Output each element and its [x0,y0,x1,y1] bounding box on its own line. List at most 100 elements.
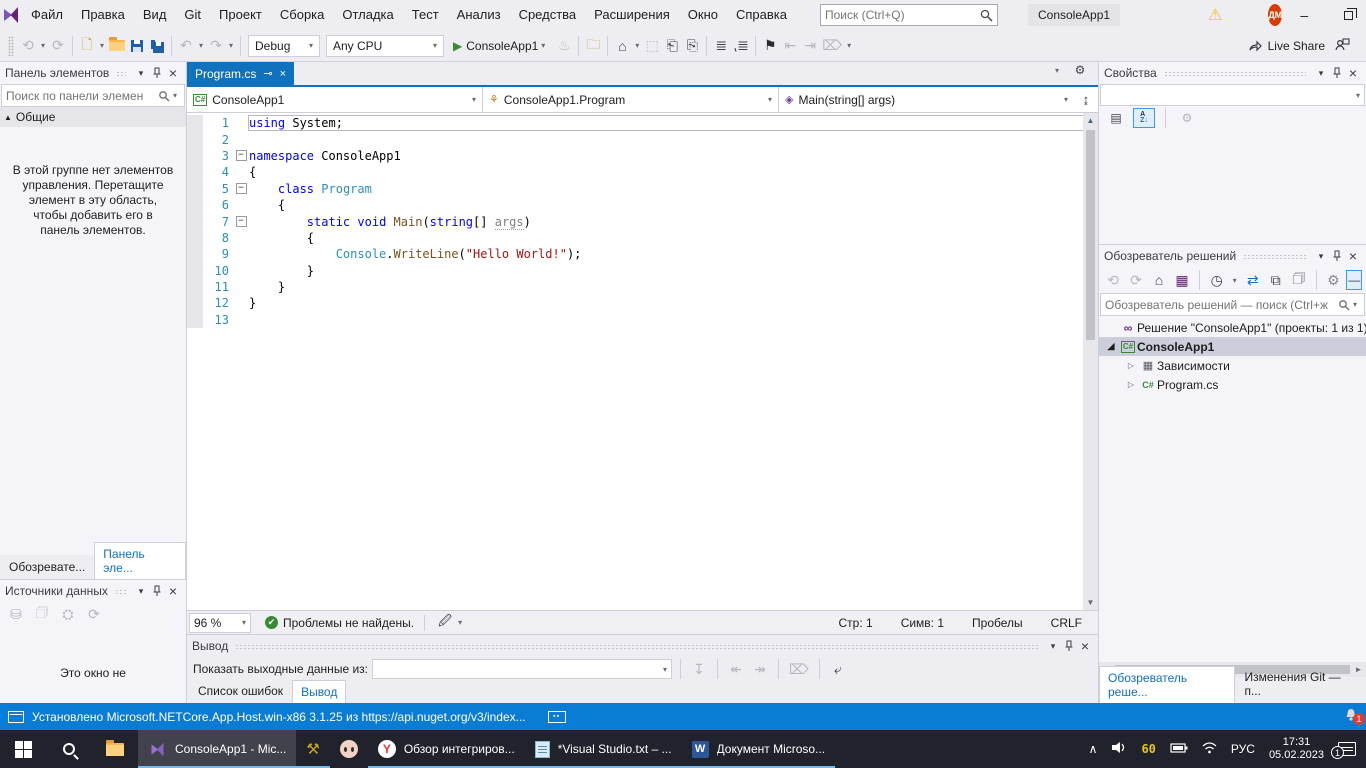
menu-item-11[interactable]: Расширения [585,0,679,30]
toolbar-overflow-chevron[interactable]: ▾ [844,35,854,57]
toolbox-section-general[interactable]: ▲ Общие [0,107,186,127]
warning-icon[interactable]: ⚠ [1208,5,1222,25]
redo-dropdown[interactable]: ▾ [226,35,236,57]
code-line-9[interactable]: 9 Console.WriteLine("Hello World!"); [187,246,1083,262]
code-text[interactable]: { [249,165,1083,179]
network-icon[interactable] [1202,742,1217,757]
close-icon[interactable]: × [165,66,181,80]
add-data-source-icon[interactable]: ⛁ [6,603,26,625]
toolbar-grip[interactable] [8,36,14,56]
tab-program-cs[interactable]: Program.cs ⊸ × [187,62,294,85]
menu-item-9[interactable]: Анализ [448,0,510,30]
code-line-10[interactable]: 10 } [187,263,1083,279]
start-debugging-button[interactable]: ▶ ConsoleApp1 ▾ [453,35,548,57]
editor-home-dropdown[interactable]: ▾ [632,35,642,57]
code-text[interactable]: Console.WriteLine("Hello World!"); [249,247,1083,261]
minimize-button[interactable]: – [1282,0,1326,30]
scroll-down-icon[interactable]: ▼ [1083,595,1098,610]
code-line-5[interactable]: 5− class Program [187,181,1083,197]
breakpoint-margin[interactable] [187,197,203,213]
taskbar-app-isaac-game[interactable] [330,730,368,768]
close-tab-icon[interactable]: × [280,68,286,80]
breakpoint-margin[interactable] [187,115,203,131]
menu-item-13[interactable]: Справка [727,0,796,30]
chevron-down-icon[interactable]: ▾ [133,68,149,79]
save-icon[interactable] [127,35,147,57]
close-icon[interactable]: × [1345,66,1361,80]
clock[interactable]: 17:31 05.02.2023 [1269,736,1324,762]
start-button[interactable] [0,730,46,768]
code-text[interactable]: { [249,231,1083,245]
clear-output-icon[interactable]: ⌦ [787,658,811,680]
close-icon[interactable]: × [165,584,181,598]
fold-collapse-icon[interactable]: − [236,150,247,161]
switch-views-icon[interactable]: ▦ [1172,269,1192,291]
editor-home-icon[interactable]: ⌂ [612,35,632,57]
fold-collapse-icon[interactable]: − [236,183,247,194]
chevron-down-icon[interactable]: ▾ [1313,251,1329,262]
code-editor[interactable]: 1using System;23−namespace ConsoleApp14{… [187,113,1098,610]
filter-chevron[interactable]: ▾ [1230,269,1240,291]
breakpoint-margin[interactable] [187,295,203,311]
member-dropdown[interactable]: ◈ Main(string[] args) ▾ [779,87,1074,112]
goto-message-icon[interactable]: ↧ [689,658,709,680]
properties-object-dropdown[interactable]: ▾ [1100,84,1365,106]
prev-message-icon[interactable]: ↞ [726,658,746,680]
properties-header[interactable]: Свойства ▾ × [1099,62,1366,84]
scrollbar-thumb[interactable] [1086,130,1095,340]
file-explorer-button[interactable] [92,730,138,768]
scroll-up-icon[interactable]: ▲ [1083,113,1098,128]
taskbar-app-word[interactable]: WДокумент Microso... [682,730,836,768]
prev-bookmark-icon[interactable]: ⇤ [780,35,800,57]
expander-icon[interactable]: ▷ [1123,361,1139,370]
bookmark-icon[interactable]: ⚑ [760,35,780,57]
menu-item-7[interactable]: Отладка [333,0,402,30]
quick-search-box[interactable] [820,4,998,26]
breakpoint-margin[interactable] [187,181,203,197]
taskbar-app-notepad[interactable]: *Visual Studio.txt – ... [525,730,682,768]
chevron-down-icon[interactable]: ▾ [133,586,149,597]
breakpoint-margin[interactable] [187,263,203,279]
pin-icon[interactable] [149,67,165,79]
clone-window-icon[interactable]: ⎘ [682,35,702,57]
output-source-dropdown[interactable]: ▾ [372,659,672,679]
word-wrap-icon[interactable]: ⤶ [828,658,848,680]
code-line-8[interactable]: 8 { [187,230,1083,246]
breakpoint-margin[interactable] [187,213,203,229]
feedback-icon[interactable] [1335,38,1350,54]
menu-item-12[interactable]: Окно [679,0,727,30]
forward-icon[interactable]: ⟳ [1126,269,1146,291]
menu-item-1[interactable]: Файл [22,0,72,30]
code-text[interactable]: { [249,198,1083,212]
new-window-icon[interactable]: ⎗ [662,35,682,57]
bottom-tab-2[interactable]: Вывод [292,680,346,703]
collapse-all-icon[interactable]: ⧉ [1266,269,1286,291]
navigate-forward-icon[interactable]: ⟳ [48,35,68,57]
alphabetical-sort-icon[interactable]: AZ↓ [1133,108,1155,128]
taskbar-app-visual-studio[interactable]: ConsoleApp1 - Mic... [138,730,296,768]
code-text[interactable]: using System; [249,116,1083,130]
taskbar-app-yandex-browser[interactable]: YОбзор интегриров... [368,730,525,768]
editor-vertical-scrollbar[interactable]: ▲ ▼ [1083,113,1098,610]
breakpoint-margin[interactable] [187,131,203,147]
left-tab-1[interactable]: Обозревате... [0,555,94,579]
pin-icon[interactable] [149,585,165,597]
code-line-3[interactable]: 3−namespace ConsoleApp1 [187,148,1083,164]
pin-icon[interactable] [1329,67,1345,79]
right-tab-2[interactable]: Изменения Git — п... [1235,665,1366,703]
project-dropdown[interactable]: C# ConsoleApp1 ▾ [187,87,483,112]
tray-chevron-icon[interactable]: ∧ [1089,742,1098,756]
property-pages-icon[interactable]: ⚙ [1176,108,1198,128]
clear-bookmarks-icon[interactable]: ⌦ [820,35,844,57]
home-icon[interactable]: ⌂ [1149,269,1169,291]
action-center-icon[interactable]: 1 [1338,742,1356,756]
expander-icon[interactable]: ▷ [1123,380,1139,389]
menu-item-2[interactable]: Правка [72,0,134,30]
pin-tab-icon[interactable]: ⊸ [263,67,272,80]
language-indicator[interactable]: РУС [1231,742,1255,756]
open-folder-icon[interactable] [107,35,127,57]
next-bookmark-icon[interactable]: ⇥ [800,35,820,57]
notifications-button[interactable]: 1 [1344,708,1358,725]
output-header[interactable]: Вывод ▾ × [187,635,1098,657]
back-icon[interactable]: ⟲ [1103,269,1123,291]
